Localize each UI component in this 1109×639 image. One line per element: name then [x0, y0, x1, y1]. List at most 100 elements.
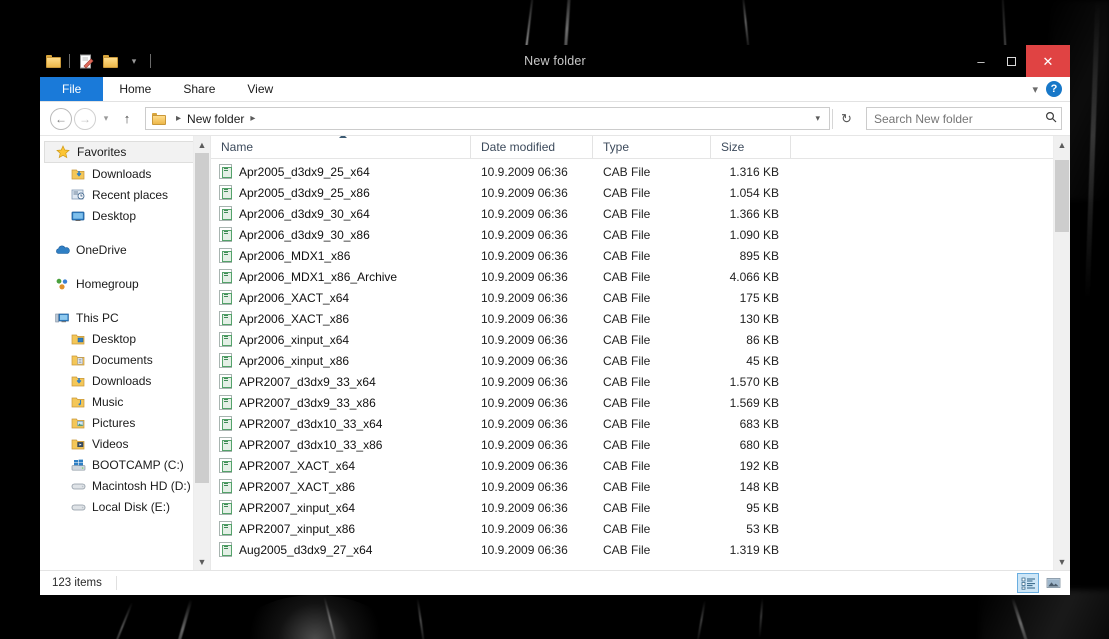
- sidebar-item-label: Videos: [92, 436, 129, 451]
- sidebar-item-favorites[interactable]: Favorites: [44, 141, 210, 163]
- sidebar-item-desktop-pc[interactable]: Desktop: [40, 328, 210, 349]
- sidebar-item-documents[interactable]: Documents: [40, 349, 210, 370]
- sidebar-item-macintosh-hd-d[interactable]: Macintosh HD (D:): [40, 475, 210, 496]
- properties-icon[interactable]: [76, 50, 96, 72]
- file-name-cell[interactable]: APR2007_d3dx9_33_x86: [211, 395, 471, 410]
- back-button[interactable]: ←: [50, 107, 72, 130]
- tab-file[interactable]: File: [40, 77, 104, 101]
- table-row[interactable]: APR2007_d3dx9_33_x86 10.9.2009 06:36 CAB F…: [211, 392, 1070, 413]
- column-header-type[interactable]: Type: [593, 136, 711, 158]
- tab-share[interactable]: Share: [167, 77, 231, 101]
- close-button[interactable]: ✕: [1026, 45, 1070, 77]
- sidebar-scrollbar[interactable]: ▲ ▼: [193, 136, 210, 570]
- cab-file-icon: [219, 248, 232, 263]
- table-row[interactable]: APR2007_xinput_x64 10.9.2009 06:36 CAB Fil…: [211, 497, 1070, 518]
- new-folder-icon[interactable]: [100, 50, 120, 72]
- file-name-cell[interactable]: APR2007_XACT_x86: [211, 479, 471, 494]
- sidebar-item-desktop[interactable]: Desktop: [40, 205, 210, 226]
- table-row[interactable]: Aug2005_d3dx9_27_x64 10.9.2009 06:36 CAB F…: [211, 539, 1070, 560]
- sidebar-item-videos[interactable]: Videos: [40, 433, 210, 454]
- scroll-up-icon[interactable]: ▲: [194, 136, 210, 153]
- table-row[interactable]: Apr2006_XACT_x86 10.9.2009 06:36 CAB File 1…: [211, 308, 1070, 329]
- details-view-button[interactable]: [1017, 573, 1039, 593]
- file-name-cell[interactable]: APR2007_d3dx10_33_x64: [211, 416, 471, 431]
- file-name-cell[interactable]: Apr2006_d3dx9_30_x86: [211, 227, 471, 242]
- file-date-cell: 10.9.2009 06:36: [481, 500, 568, 515]
- file-name-label: APR2007_XACT_x86: [239, 479, 356, 494]
- column-header-name[interactable]: Name: [211, 136, 471, 158]
- sidebar-item-bootcamp-c[interactable]: BOOTCAMP (C:): [40, 454, 210, 475]
- chevron-down-icon[interactable]: ▾: [1032, 83, 1038, 96]
- scroll-down-icon[interactable]: ▼: [1054, 553, 1070, 570]
- file-name-cell[interactable]: Apr2006_XACT_x64: [211, 290, 471, 305]
- tab-home[interactable]: Home: [103, 77, 167, 101]
- scrollbar-thumb[interactable]: [1055, 160, 1069, 232]
- sidebar-item-downloads[interactable]: Downloads: [40, 163, 210, 184]
- column-header-date-modified[interactable]: Date modified: [471, 136, 593, 158]
- breadcrumb-separator-2[interactable]: ▸: [244, 113, 261, 124]
- tab-view[interactable]: View: [231, 77, 289, 101]
- forward-button[interactable]: →: [74, 107, 96, 130]
- table-row[interactable]: APR2007_d3dx10_33_x64 10.9.2009 06:36 CAB …: [211, 413, 1070, 434]
- breadcrumb-item-new-folder[interactable]: New folder: [187, 112, 244, 126]
- file-name-cell[interactable]: Apr2005_d3dx9_25_x64: [211, 164, 471, 179]
- table-row[interactable]: Apr2006_d3dx9_30_x64 10.9.2009 06:36 CAB F…: [211, 203, 1070, 224]
- sidebar-item-homegroup[interactable]: Homegroup: [40, 273, 210, 294]
- search-box[interactable]: [866, 107, 1062, 130]
- sidebar-item-pictures[interactable]: Pictures: [40, 412, 210, 433]
- column-header-size[interactable]: Size: [711, 136, 791, 158]
- sidebar-item-this-pc[interactable]: This PC: [40, 307, 210, 328]
- large-icons-view-button[interactable]: [1042, 573, 1064, 593]
- file-name-cell[interactable]: Aug2005_d3dx9_27_x64: [211, 542, 471, 557]
- file-name-cell[interactable]: APR2007_XACT_x64: [211, 458, 471, 473]
- search-input[interactable]: [874, 111, 1042, 126]
- table-row[interactable]: Apr2006_MDX1_x86_Archive 10.9.2009 06:36 C…: [211, 266, 1070, 287]
- table-row[interactable]: APR2007_XACT_x86 10.9.2009 06:36 CAB File 1…: [211, 476, 1070, 497]
- file-name-cell[interactable]: Apr2006_xinput_x64: [211, 332, 471, 347]
- chevron-down-icon[interactable]: ▾: [124, 50, 144, 72]
- search-icon[interactable]: [1042, 111, 1057, 126]
- table-row[interactable]: APR2007_d3dx10_33_x86 10.9.2009 06:36 CAB …: [211, 434, 1070, 455]
- recent-locations-icon[interactable]: ▾: [98, 108, 114, 130]
- sidebar-item-local-disk-e[interactable]: Local Disk (E:): [40, 496, 210, 517]
- table-row[interactable]: Apr2006_xinput_x86 10.9.2009 06:36 CAB Fil…: [211, 350, 1070, 371]
- scrollbar-thumb[interactable]: [195, 153, 209, 483]
- refresh-button[interactable]: ↻: [835, 107, 858, 130]
- file-name-cell[interactable]: Apr2006_d3dx9_30_x64: [211, 206, 471, 221]
- file-name-cell[interactable]: APR2007_d3dx10_33_x86: [211, 437, 471, 452]
- maximize-button[interactable]: [996, 45, 1026, 77]
- table-row[interactable]: Apr2006_xinput_x64 10.9.2009 06:36 CAB Fil…: [211, 329, 1070, 350]
- file-name-cell[interactable]: Apr2006_MDX1_x86_Archive: [211, 269, 471, 284]
- file-name-cell[interactable]: APR2007_xinput_x64: [211, 500, 471, 515]
- table-row[interactable]: Apr2005_d3dx9_25_x86 10.9.2009 06:36 CAB F…: [211, 182, 1070, 203]
- sidebar-item-recent-places[interactable]: Recent places: [40, 184, 210, 205]
- file-name-cell[interactable]: Apr2006_xinput_x86: [211, 353, 471, 368]
- sidebar-item-music[interactable]: Music: [40, 391, 210, 412]
- file-name-cell[interactable]: Apr2006_MDX1_x86: [211, 248, 471, 263]
- file-list-scrollbar[interactable]: ▲ ▼: [1053, 136, 1070, 570]
- help-icon[interactable]: ?: [1046, 81, 1062, 97]
- file-name-cell[interactable]: APR2007_xinput_x86: [211, 521, 471, 536]
- scroll-down-icon[interactable]: ▼: [194, 553, 210, 570]
- sidebar-item-label: Downloads: [92, 166, 152, 181]
- file-name-cell[interactable]: Apr2006_XACT_x86: [211, 311, 471, 326]
- scroll-up-icon[interactable]: ▲: [1054, 136, 1070, 153]
- up-button[interactable]: ↑: [116, 108, 138, 130]
- minimize-button[interactable]: –: [966, 45, 996, 77]
- table-row[interactable]: Apr2006_MDX1_x86 10.9.2009 06:36 CAB File 8…: [211, 245, 1070, 266]
- file-name-cell[interactable]: APR2007_d3dx9_33_x64: [211, 374, 471, 389]
- table-row[interactable]: APR2007_XACT_x64 10.9.2009 06:36 CAB File 1…: [211, 455, 1070, 476]
- file-type-cell: CAB File: [603, 311, 651, 326]
- file-name-cell[interactable]: Apr2005_d3dx9_25_x86: [211, 185, 471, 200]
- table-row[interactable]: APR2007_xinput_x86 10.9.2009 06:36 CAB Fil…: [211, 518, 1070, 539]
- breadcrumb[interactable]: ▸ New folder ▸ ▾: [145, 107, 830, 130]
- sidebar-item-label: BOOTCAMP (C:): [92, 457, 184, 472]
- address-dropdown-icon[interactable]: ▾: [810, 113, 825, 124]
- sidebar-item-onedrive[interactable]: OneDrive: [40, 239, 210, 260]
- folder-icon[interactable]: [43, 50, 63, 72]
- table-row[interactable]: Apr2006_XACT_x64 10.9.2009 06:36 CAB File 1…: [211, 287, 1070, 308]
- table-row[interactable]: Apr2006_d3dx9_30_x86 10.9.2009 06:36 CAB F…: [211, 224, 1070, 245]
- table-row[interactable]: Apr2005_d3dx9_25_x64 10.9.2009 06:36 CAB F…: [211, 161, 1070, 182]
- table-row[interactable]: APR2007_d3dx9_33_x64 10.9.2009 06:36 CAB F…: [211, 371, 1070, 392]
- sidebar-item-downloads-pc[interactable]: Downloads: [40, 370, 210, 391]
